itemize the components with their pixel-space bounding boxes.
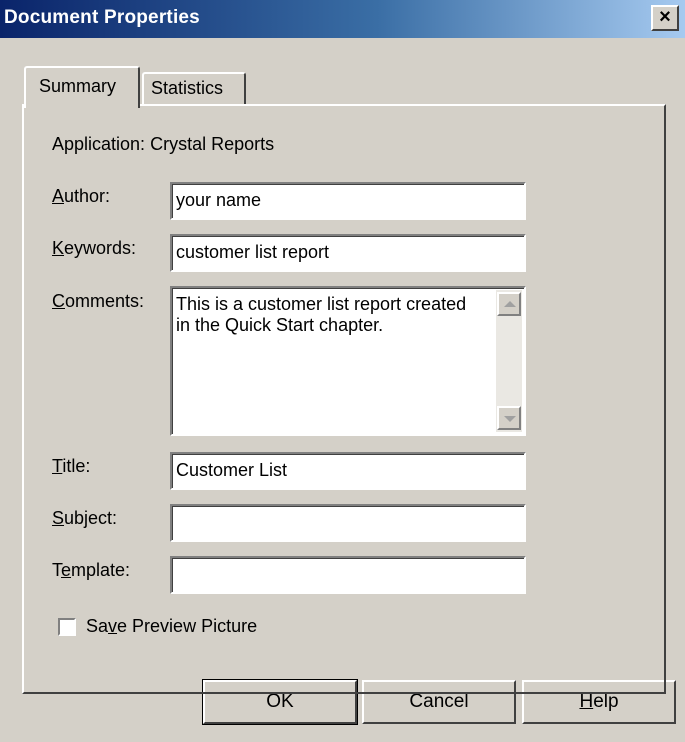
tab-summary[interactable]: Summary (24, 66, 140, 108)
save-preview-label[interactable]: Save Preview Picture (86, 616, 257, 637)
scroll-up-arrow-icon (504, 301, 516, 307)
scroll-down-button[interactable] (497, 406, 521, 430)
comments-text: This is a customer list report created i… (176, 294, 467, 335)
window-title: Document Properties (4, 7, 200, 28)
template-field[interactable] (170, 556, 526, 594)
scroll-up-button[interactable] (497, 292, 521, 316)
comments-label: Comments: (52, 291, 145, 311)
tab-statistics-label: Statistics (151, 78, 224, 98)
close-icon: × (659, 6, 671, 28)
tab-summary-label: Summary (39, 76, 117, 96)
subject-label: Subject: (52, 508, 118, 528)
keywords-label: Keywords: (52, 238, 137, 258)
title-field[interactable]: Customer List (170, 452, 526, 490)
title-bar[interactable]: Document Properties × (0, 0, 685, 38)
ok-button-label: OK (266, 691, 294, 712)
tab-statistics[interactable]: Statistics (142, 72, 246, 106)
scroll-down-arrow-icon (504, 416, 516, 422)
template-label: Template: (52, 560, 131, 580)
author-field[interactable]: your name (170, 182, 526, 220)
save-preview-checkbox[interactable] (58, 618, 76, 636)
comments-scrollbar[interactable] (496, 290, 522, 432)
application-label: Application: Crystal Reports (52, 134, 275, 154)
comments-textarea[interactable]: This is a customer list report created i… (170, 286, 526, 436)
document-properties-dialog: Document Properties × Summary Statistics… (0, 0, 685, 742)
close-button[interactable]: × (651, 5, 679, 31)
author-label: Author: (52, 186, 111, 206)
title-label: Title: (52, 456, 91, 476)
title-field-value: Customer List (176, 460, 288, 480)
cancel-button-label: Cancel (409, 691, 469, 712)
author-field-value: your name (176, 190, 262, 210)
help-button-label: Help (579, 691, 619, 712)
keywords-field-value: customer list report (176, 242, 330, 262)
subject-field[interactable] (170, 504, 526, 542)
application-value: Crystal Reports (150, 134, 275, 154)
keywords-field[interactable]: customer list report (170, 234, 526, 272)
